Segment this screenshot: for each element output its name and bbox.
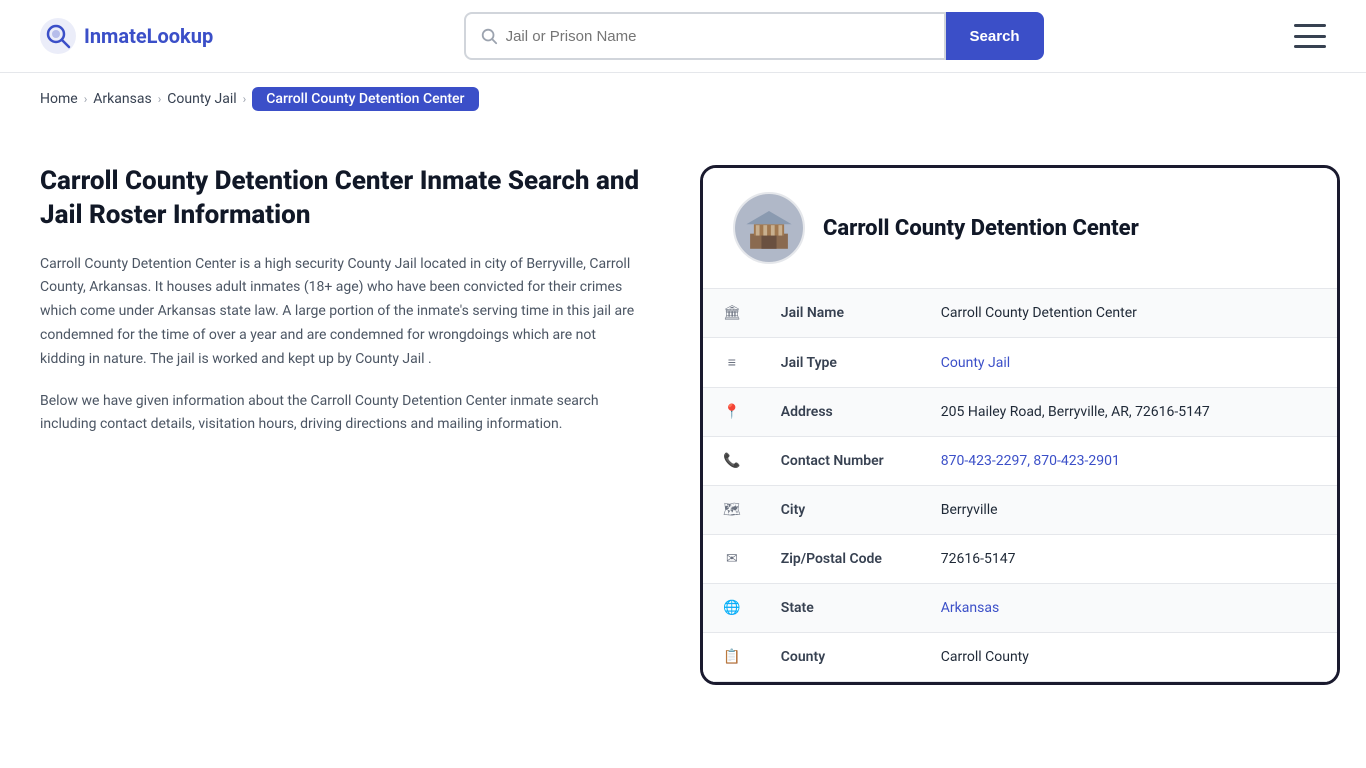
table-row: ✉Zip/Postal Code72616-5147 — [703, 535, 1337, 584]
table-row: 📍Address205 Hailey Road, Berryville, AR,… — [703, 388, 1337, 437]
table-row: 🗺CityBerryville — [703, 486, 1337, 535]
row-icon: 📞 — [703, 437, 761, 486]
page-desc-1: Carroll County Detention Center is a hig… — [40, 253, 640, 372]
row-icon: 🏛 — [703, 289, 761, 338]
row-label: State — [761, 584, 921, 633]
page-desc-2: Below we have given information about th… — [40, 390, 640, 438]
search-input[interactable] — [506, 28, 930, 45]
row-value[interactable]: County Jail — [921, 338, 1337, 388]
row-label: Contact Number — [761, 437, 921, 486]
row-link[interactable]: 870-423-2297, 870-423-2901 — [941, 453, 1120, 469]
row-icon: 🌐 — [703, 584, 761, 633]
row-label: City — [761, 486, 921, 535]
table-row: 🏛Jail NameCarroll County Detention Cente… — [703, 289, 1337, 338]
row-icon: 📍 — [703, 388, 761, 437]
row-label: County — [761, 633, 921, 682]
info-table: 🏛Jail NameCarroll County Detention Cente… — [703, 289, 1337, 682]
card-title: Carroll County Detention Center — [823, 216, 1139, 241]
breadcrumb-sep-1: › — [84, 92, 88, 106]
breadcrumb-arkansas[interactable]: Arkansas — [93, 91, 151, 107]
page-title: Carroll County Detention Center Inmate S… — [40, 165, 640, 233]
row-icon: ≡ — [703, 338, 761, 388]
row-icon: 📋 — [703, 633, 761, 682]
breadcrumb-home[interactable]: Home — [40, 91, 78, 107]
info-card: Carroll County Detention Center 🏛Jail Na… — [700, 165, 1340, 685]
row-label: Jail Name — [761, 289, 921, 338]
breadcrumb: Home › Arkansas › County Jail › Carroll … — [0, 73, 1366, 125]
row-value: Carroll County Detention Center — [921, 289, 1337, 338]
row-value: 205 Hailey Road, Berryville, AR, 72616-5… — [921, 388, 1337, 437]
row-label: Address — [761, 388, 921, 437]
main-content: Carroll County Detention Center Inmate S… — [0, 125, 1366, 725]
table-row: ≡Jail Type County Jail — [703, 338, 1337, 388]
logo[interactable]: InmateLookup — [40, 18, 213, 54]
row-icon: ✉ — [703, 535, 761, 584]
row-link[interactable]: County Jail — [941, 355, 1010, 371]
jail-avatar — [733, 192, 805, 264]
left-panel: Carroll County Detention Center Inmate S… — [40, 165, 700, 455]
row-value: 72616-5147 — [921, 535, 1337, 584]
row-label: Jail Type — [761, 338, 921, 388]
search-input-wrap — [464, 12, 946, 60]
row-value[interactable]: 870-423-2297, 870-423-2901 — [921, 437, 1337, 486]
search-icon — [480, 27, 498, 45]
card-header: Carroll County Detention Center — [703, 168, 1337, 289]
logo-text: InmateLookup — [84, 24, 213, 48]
breadcrumb-county-jail[interactable]: County Jail — [167, 91, 236, 107]
search-button[interactable]: Search — [946, 12, 1044, 60]
row-label: Zip/Postal Code — [761, 535, 921, 584]
row-value[interactable]: Arkansas — [921, 584, 1337, 633]
search-bar: Search — [464, 12, 1044, 60]
breadcrumb-current: Carroll County Detention Center — [252, 87, 478, 111]
row-link[interactable]: Arkansas — [941, 600, 999, 616]
table-row: 📞Contact Number 870-423-2297, 870-423-290… — [703, 437, 1337, 486]
table-row: 📋CountyCarroll County — [703, 633, 1337, 682]
table-row: 🌐State Arkansas — [703, 584, 1337, 633]
hamburger-menu[interactable] — [1294, 24, 1326, 48]
row-icon: 🗺 — [703, 486, 761, 535]
jail-avatar-image — [735, 192, 803, 264]
logo-icon — [40, 18, 76, 54]
breadcrumb-sep-3: › — [243, 92, 247, 106]
row-value: Carroll County — [921, 633, 1337, 682]
row-value: Berryville — [921, 486, 1337, 535]
breadcrumb-sep-2: › — [158, 92, 162, 106]
